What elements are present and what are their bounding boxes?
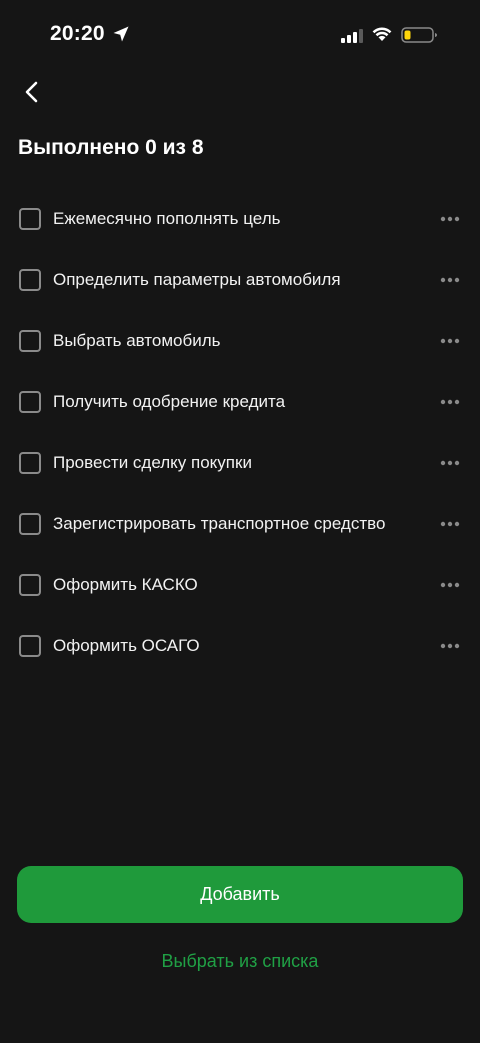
location-arrow-icon	[113, 26, 129, 42]
task-item: Определить параметры автомобиля	[0, 249, 480, 310]
task-item: Ежемесячно пополнять цель	[0, 188, 480, 249]
status-time: 20:20	[50, 22, 105, 45]
more-dots-icon	[440, 521, 460, 526]
more-dots-icon	[440, 216, 460, 221]
task-label: Выбрать автомобиль	[53, 330, 221, 350]
more-dots-icon	[440, 399, 460, 404]
task-label: Провести сделку покупки	[53, 452, 252, 472]
page-title: Выполнено 0 из 8	[18, 136, 204, 159]
task-checkbox[interactable]	[19, 451, 41, 474]
more-options-button[interactable]	[436, 329, 464, 353]
task-item: Зарегистрировать транспортное средство	[0, 493, 480, 554]
task-label: Оформить ОСАГО	[53, 635, 200, 655]
more-options-button[interactable]	[436, 451, 464, 475]
task-checkbox[interactable]	[19, 207, 41, 230]
add-button[interactable]: Добавить	[17, 866, 463, 923]
more-options-button[interactable]	[436, 390, 464, 414]
chevron-left-icon	[25, 81, 38, 103]
task-checkbox[interactable]	[19, 512, 41, 535]
task-checkbox[interactable]	[19, 329, 41, 352]
more-options-button[interactable]	[436, 634, 464, 658]
task-label: Получить одобрение кредита	[53, 391, 286, 411]
task-label: Оформить КАСКО	[53, 574, 198, 594]
task-item: Выбрать автомобиль	[0, 310, 480, 371]
more-options-button[interactable]	[436, 207, 464, 231]
more-dots-icon	[440, 338, 460, 343]
task-checkbox[interactable]	[19, 390, 41, 413]
task-item: Получить одобрение кредита	[0, 371, 480, 432]
battery-icon	[401, 27, 437, 43]
back-button[interactable]	[14, 74, 50, 110]
task-checkbox[interactable]	[19, 573, 41, 596]
signal-icon	[341, 29, 363, 43]
more-options-button[interactable]	[436, 268, 464, 292]
task-label: Ежемесячно пополнять цель	[53, 208, 281, 228]
more-dots-icon	[440, 277, 460, 282]
task-item: Оформить КАСКО	[0, 554, 480, 615]
task-checkbox[interactable]	[19, 268, 41, 291]
task-list: Ежемесячно пополнять цель Определить пар…	[0, 188, 480, 676]
more-dots-icon	[440, 643, 460, 648]
more-options-button[interactable]	[436, 573, 464, 597]
status-bar: 20:20	[0, 0, 480, 70]
task-item: Оформить ОСАГО	[0, 615, 480, 676]
task-item: Провести сделку покупки	[0, 432, 480, 493]
more-options-button[interactable]	[436, 512, 464, 536]
task-label: Определить параметры автомобиля	[53, 269, 341, 289]
more-dots-icon	[440, 582, 460, 587]
more-dots-icon	[440, 460, 460, 465]
choose-from-list-link[interactable]: Выбрать из списка	[0, 948, 480, 974]
wifi-icon	[372, 27, 392, 41]
task-checkbox[interactable]	[19, 634, 41, 657]
task-label: Зарегистрировать транспортное средство	[53, 513, 386, 533]
